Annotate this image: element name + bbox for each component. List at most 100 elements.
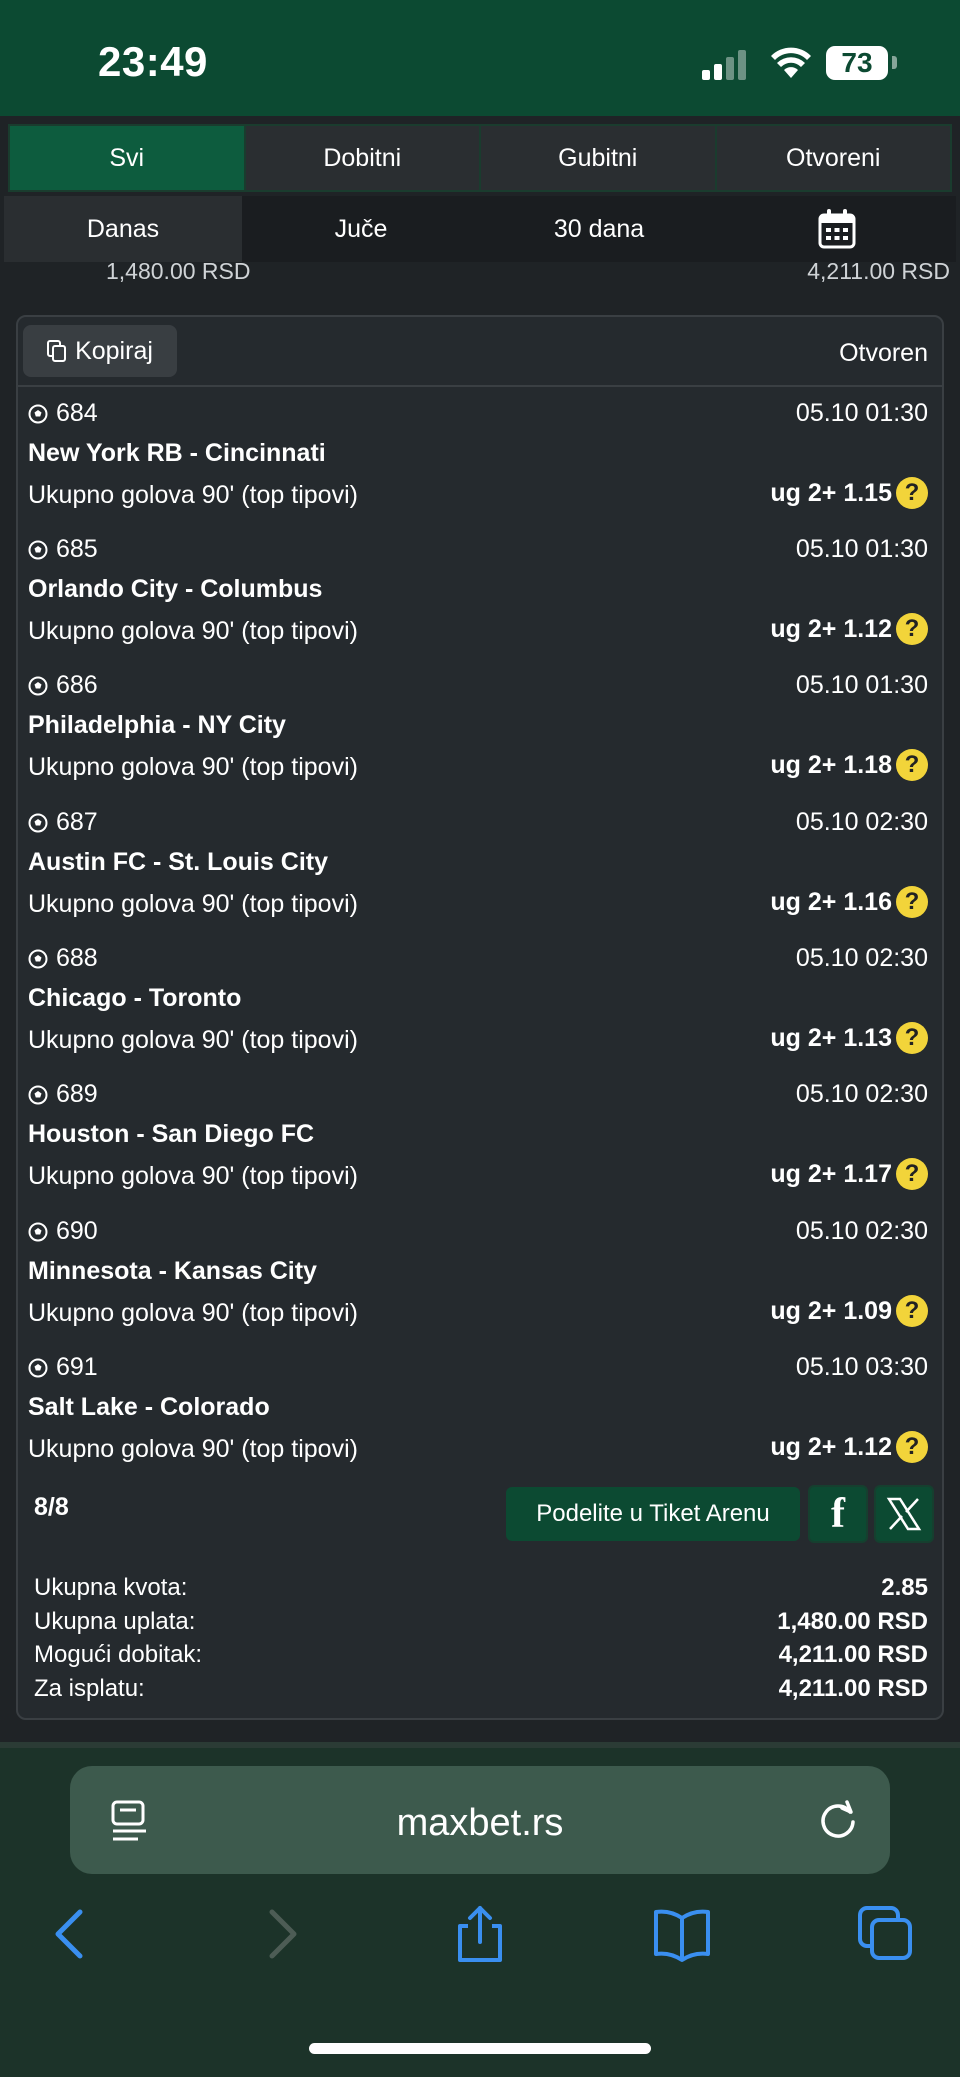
- browser-toolbar: maxbet.rs: [0, 1742, 960, 2077]
- tab-gubitni[interactable]: Gubitni: [481, 126, 717, 190]
- match-id: 687: [28, 808, 98, 837]
- ticket-filter-tabs: Svi Dobitni Gubitni Otvoreni: [8, 124, 952, 192]
- battery-tip: [892, 56, 897, 69]
- help-icon[interactable]: ?: [896, 1295, 928, 1327]
- period-juce[interactable]: Juče: [242, 196, 480, 262]
- back-icon[interactable]: [42, 1904, 102, 1964]
- soccer-ball-icon: [28, 1085, 48, 1104]
- summary-label: Mogući dobitak:: [34, 1641, 203, 1668]
- home-indicator: [309, 2043, 651, 2054]
- period-danas[interactable]: Danas: [4, 196, 242, 262]
- ticket-summary: Ukupna kvota: 2.85 Ukupna uplata: 1,480.…: [34, 1571, 928, 1705]
- summary-row: Za isplatu: 4,211.00 RSD: [34, 1672, 928, 1706]
- match-date: 05.10 01:30: [795, 535, 928, 563]
- match-teams: Salt Lake - Colorado: [28, 1393, 270, 1421]
- soccer-ball-icon: [28, 813, 48, 832]
- tab-svi[interactable]: Svi: [10, 126, 246, 190]
- reload-icon[interactable]: [816, 1798, 860, 1842]
- tab-otvoreni[interactable]: Otvoreni: [716, 126, 950, 190]
- tab-dobitni[interactable]: Dobitni: [245, 126, 481, 190]
- share-icon[interactable]: [450, 1904, 510, 1964]
- match-row: 686 05.10 01:30 Philadelphia - NY City U…: [18, 671, 942, 807]
- match-date: 05.10 03:30: [795, 1353, 928, 1381]
- summary-value: 1,480.00 RSD: [777, 1607, 928, 1635]
- ticket-card: Kopiraj Otvoren 684 05.10 01:30 New York…: [16, 315, 944, 1720]
- help-icon[interactable]: ?: [896, 1431, 928, 1463]
- share-tiket-arena-button[interactable]: Podelite u Tiket Arenu: [506, 1487, 800, 1541]
- signal-icon: [702, 50, 746, 80]
- bookmarks-icon[interactable]: [652, 1904, 712, 1964]
- match-market: Ukupno golova 90' (top tipovi): [28, 1299, 358, 1327]
- match-teams: Orlando City - Columbus: [28, 575, 323, 603]
- facebook-share-button[interactable]: f: [808, 1485, 868, 1543]
- soccer-ball-icon: [28, 676, 48, 695]
- help-icon[interactable]: ?: [896, 1022, 928, 1054]
- help-icon[interactable]: ?: [896, 613, 928, 645]
- period-30-dana[interactable]: 30 dana: [480, 196, 718, 262]
- match-market: Ukupno golova 90' (top tipovi): [28, 753, 358, 781]
- match-id: 684: [28, 399, 98, 428]
- match-id: 690: [28, 1217, 98, 1246]
- clipped-stake-amount: 1,480.00 RSD: [106, 258, 251, 284]
- match-tip: ug 2+ 1.17?: [770, 1158, 928, 1190]
- match-tip: ug 2+ 1.13?: [770, 1022, 928, 1054]
- match-id: 686: [28, 671, 98, 700]
- match-market: Ukupno golova 90' (top tipovi): [28, 890, 358, 918]
- help-icon[interactable]: ?: [896, 1158, 928, 1190]
- match-teams: Minnesota - Kansas City: [28, 1257, 317, 1285]
- summary-label: Ukupna kvota:: [34, 1574, 188, 1601]
- match-market: Ukupno golova 90' (top tipovi): [28, 617, 358, 645]
- battery-indicator: 73: [826, 46, 888, 80]
- match-teams: Houston - San Diego FC: [28, 1120, 315, 1148]
- address-bar[interactable]: maxbet.rs: [70, 1766, 890, 1874]
- match-teams: Philadelphia - NY City: [28, 711, 286, 739]
- match-row: 690 05.10 02:30 Minnesota - Kansas City …: [18, 1217, 942, 1353]
- match-row: 691 05.10 03:30 Salt Lake - Colorado Uku…: [18, 1353, 942, 1489]
- match-teams: Austin FC - St. Louis City: [28, 848, 328, 876]
- soccer-ball-icon: [28, 949, 48, 968]
- match-date: 05.10 02:30: [795, 944, 928, 972]
- soccer-ball-icon: [28, 1222, 48, 1241]
- ticket-status: Otvoren: [839, 339, 928, 367]
- match-teams: Chicago - Toronto: [28, 984, 242, 1012]
- copy-label: Kopiraj: [75, 336, 153, 365]
- copy-button[interactable]: Kopiraj: [23, 325, 177, 377]
- summary-row: Ukupna uplata: 1,480.00 RSD: [34, 1605, 928, 1639]
- wifi-icon: [771, 47, 811, 78]
- help-icon[interactable]: ?: [896, 477, 928, 509]
- match-date: 05.10 02:30: [795, 1080, 928, 1108]
- match-row: 684 05.10 01:30 New York RB - Cincinnati…: [18, 399, 942, 535]
- match-id: 685: [28, 535, 98, 564]
- x-share-button[interactable]: [874, 1485, 934, 1543]
- soccer-ball-icon: [28, 540, 48, 559]
- forward-icon[interactable]: [250, 1904, 310, 1964]
- match-tip: ug 2+ 1.12?: [770, 1431, 928, 1463]
- facebook-icon: f: [831, 1491, 845, 1537]
- summary-label: Ukupna uplata:: [34, 1607, 196, 1635]
- match-date: 05.10 02:30: [795, 808, 928, 836]
- match-row: 685 05.10 01:30 Orlando City - Columbus …: [18, 535, 942, 671]
- match-tip: ug 2+ 1.16?: [770, 886, 928, 918]
- match-market: Ukupno golova 90' (top tipovi): [28, 481, 358, 509]
- match-tip: ug 2+ 1.12?: [770, 613, 928, 645]
- match-teams: New York RB - Cincinnati: [28, 439, 326, 467]
- match-row: 689 05.10 02:30 Houston - San Diego FC U…: [18, 1080, 942, 1216]
- summary-value: 4,211.00 RSD: [778, 1641, 928, 1668]
- match-count: 8/8: [34, 1493, 69, 1521]
- match-market: Ukupno golova 90' (top tipovi): [28, 1162, 358, 1190]
- calendar-icon: [818, 209, 856, 249]
- match-row: 687 05.10 02:30 Austin FC - St. Louis Ci…: [18, 808, 942, 944]
- x-icon: [886, 1497, 922, 1531]
- match-date: 05.10 01:30: [795, 399, 928, 427]
- summary-row: Mogući dobitak: 4,211.00 RSD: [34, 1638, 928, 1672]
- calendar-button[interactable]: [718, 196, 956, 262]
- clipped-win-amount: 4,211.00 RSD: [807, 258, 950, 284]
- tabs-icon[interactable]: [856, 1904, 916, 1964]
- copy-icon: [47, 340, 67, 362]
- help-icon[interactable]: ?: [896, 886, 928, 918]
- url-text: maxbet.rs: [396, 1802, 564, 1844]
- summary-value: 2.85: [881, 1574, 928, 1601]
- soccer-ball-icon: [28, 404, 48, 423]
- help-icon[interactable]: ?: [896, 749, 928, 781]
- match-id: 691: [28, 1353, 98, 1382]
